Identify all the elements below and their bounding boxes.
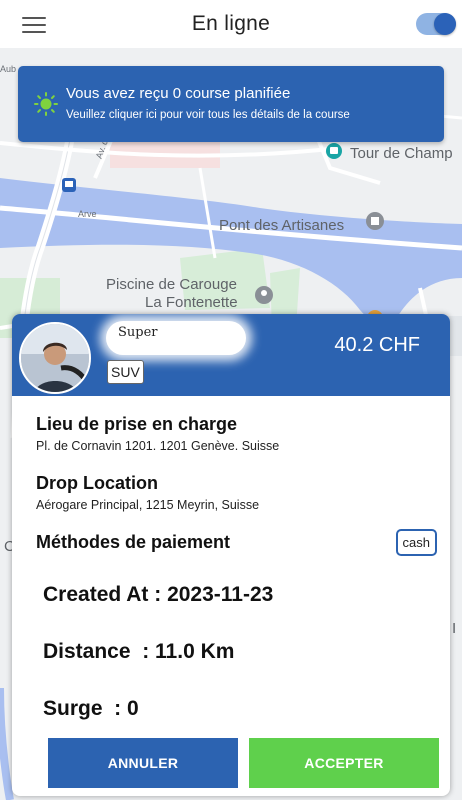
map-label-piscine-2: La Fontenette — [145, 294, 238, 311]
payment-method-badge: cash — [395, 529, 437, 556]
distance: Distance : 11.0 Km — [43, 640, 235, 663]
map-label-edge-i: I — [452, 620, 457, 637]
banner-title: Vous avez reçu 0 course planifiée — [66, 85, 291, 102]
pickup-address: Pl. de Cornavin 1201. 1201 Genève. Suiss… — [36, 439, 280, 453]
sun-icon — [34, 92, 58, 116]
toggle-knob — [434, 13, 456, 35]
map-label-tour: Tour de Champ — [350, 145, 453, 162]
pickup-title: Lieu de prise en charge — [36, 414, 238, 434]
accept-button[interactable]: ACCEPTER — [249, 738, 439, 788]
created-at: Created At : 2023-11-23 — [43, 583, 274, 606]
vehicle-type-badge: SUV — [107, 360, 144, 384]
top-app-bar: En ligne — [0, 0, 462, 48]
payment-title: Méthodes de paiement — [36, 532, 231, 552]
page-title: En ligne — [191, 12, 271, 35]
driver-avatar — [19, 322, 91, 394]
scheduled-rides-banner[interactable]: Vous avez reçu 0 course planifiée Veuill… — [18, 66, 444, 142]
ride-request-card: Super SUV 40.2 CHF Lieu de prise en char… — [12, 314, 450, 796]
driver-name: Super — [118, 325, 158, 340]
surge: Surge : 0 — [43, 697, 139, 720]
map-label-piscine-1: Piscine de Carouge — [106, 276, 237, 293]
map-label-aub: Aub — [0, 64, 17, 74]
ride-card-header: Super SUV 40.2 CHF — [12, 314, 450, 396]
drop-address: Aérogare Principal, 1215 Meyrin, Suisse — [36, 498, 260, 512]
ride-price: 40.2 CHF — [334, 334, 420, 356]
online-toggle[interactable] — [416, 13, 456, 35]
map-label-arve: Arve — [78, 209, 97, 219]
banner-subtitle: Veuillez cliquer ici pour voir tous les … — [66, 109, 350, 121]
cancel-button[interactable]: ANNULER — [48, 738, 238, 788]
drop-title: Drop Location — [36, 473, 158, 493]
map-label-pont: Pont des Artisanes — [219, 217, 345, 234]
